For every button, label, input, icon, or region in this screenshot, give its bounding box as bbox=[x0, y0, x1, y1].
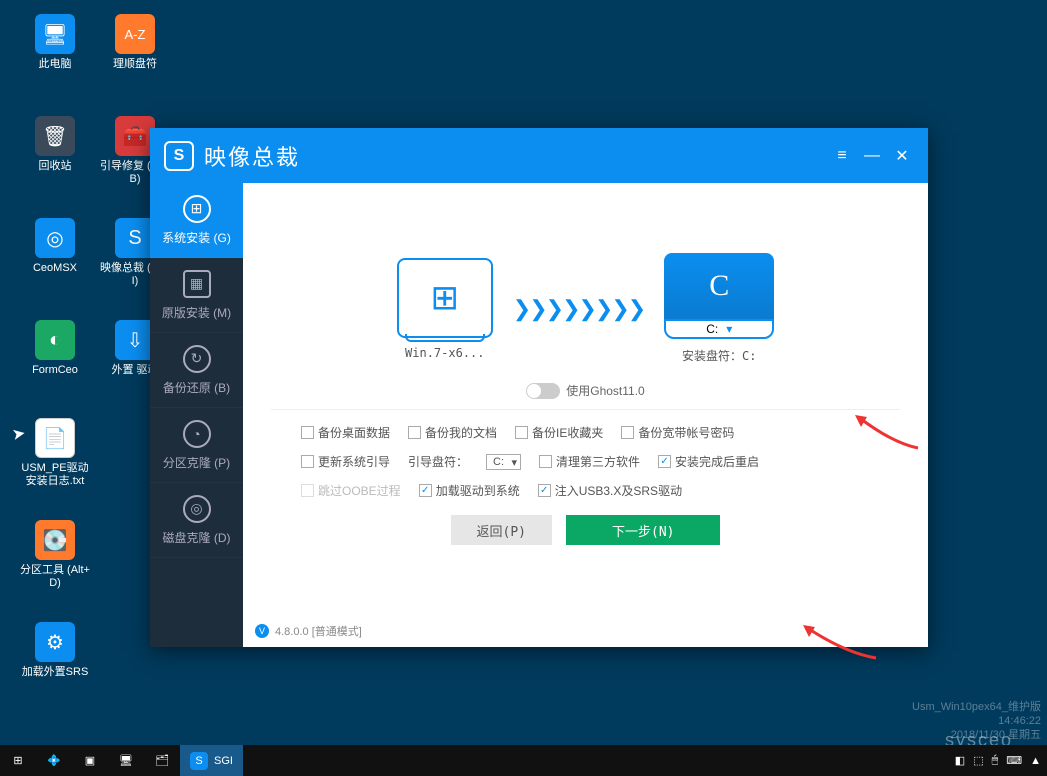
sidebar-label: 分区克隆 (P) bbox=[163, 454, 230, 471]
boot-drive-label: 引导盘符： bbox=[408, 453, 468, 470]
target-label: 安装盘符：C: bbox=[664, 347, 774, 364]
sidebar-item-install[interactable]: ⊞ 系统安装 (G) bbox=[150, 183, 243, 258]
chk-backup-desktop[interactable]: 备份桌面数据 bbox=[301, 424, 390, 441]
start-button[interactable]: ⊞ bbox=[0, 745, 36, 776]
main-panel: ⊞ Win.7-x6... ❯❯❯❯❯❯❯❯ C C: 安装盘符：C: 使用Gh… bbox=[243, 183, 928, 647]
sidebar-item-diskclone[interactable]: ◎ 磁盘克隆 (D) bbox=[150, 483, 243, 558]
windows-logo-icon: ⊞ bbox=[431, 278, 460, 318]
menu-button[interactable]: ≡ bbox=[830, 144, 854, 168]
app-icon: S bbox=[190, 752, 208, 770]
sidebar-item-original[interactable]: ▦ 原版安装 (M) bbox=[150, 258, 243, 333]
chk-backup-docs[interactable]: 备份我的文档 bbox=[408, 424, 497, 441]
target-drive: C C: bbox=[664, 253, 774, 339]
sidebar: ⊞系统安装 (G) ▦原版安装 (M) ↻备份还原 (B) ◔分区克隆 (P) … bbox=[150, 183, 243, 647]
restore-icon: ↻ bbox=[183, 345, 211, 373]
chk-backup-broadband[interactable]: 备份宽带帐号密码 bbox=[621, 424, 734, 441]
desktop-icon-sort-drives[interactable]: A-Z理顺盘符 bbox=[100, 14, 170, 71]
grid-icon: ▦ bbox=[183, 270, 211, 298]
taskbar-app-sgi[interactable]: S SGI bbox=[180, 745, 243, 776]
chk-load-driver[interactable]: 加载驱动到系统 bbox=[419, 482, 520, 499]
desktop-icon-ceomsx[interactable]: ◎CeoMSX bbox=[20, 218, 90, 275]
minimize-button[interactable]: — bbox=[860, 144, 884, 168]
arrow-icon: ❯❯❯❯❯❯❯❯ bbox=[513, 296, 644, 322]
version-footer: V4.8.0.0 [普通模式] bbox=[255, 623, 362, 639]
source-label: Win.7-x6... bbox=[397, 346, 493, 360]
next-button[interactable]: 下一步(N) bbox=[566, 515, 720, 545]
desktop-icon-diskgenius[interactable]: 💽分区工具 (Alt+D) bbox=[20, 520, 90, 590]
desktop-icon-this-pc[interactable]: 🖥此电脑 bbox=[20, 14, 90, 71]
chk-backup-ie[interactable]: 备份IE收藏夹 bbox=[515, 424, 603, 441]
close-button[interactable]: ✕ bbox=[890, 144, 914, 168]
ghost-toggle[interactable] bbox=[526, 383, 560, 399]
sidebar-label: 备份还原 (B) bbox=[163, 379, 230, 396]
app-title: 映像总裁 bbox=[204, 140, 300, 172]
chk-update-boot[interactable]: 更新系统引导 bbox=[301, 453, 390, 470]
tray-icon[interactable]: ⬚ bbox=[973, 754, 983, 767]
drive-letter: C bbox=[664, 253, 774, 319]
separator bbox=[271, 409, 900, 410]
sidebar-label: 磁盘克隆 (D) bbox=[163, 529, 231, 546]
tray-icon[interactable]: ▲ bbox=[1030, 755, 1041, 767]
desktop-icon-log-txt[interactable]: 📄USM_PE驱动 安装日志.txt bbox=[20, 418, 90, 488]
desktop-icon-load-srs[interactable]: ⚙加载外置SRS bbox=[20, 622, 90, 679]
system-tray[interactable]: ◧ ⬚ 🖱 ⌨ ▲ bbox=[955, 754, 1047, 767]
boot-drive-select[interactable]: C: bbox=[486, 454, 521, 470]
taskbar-icon-1[interactable]: 💠 bbox=[36, 745, 72, 776]
taskbar-icon-4[interactable]: 🗂 bbox=[144, 745, 180, 776]
taskbar: ⊞ 💠 ▣ 🖥 🗂 S SGI ◧ ⬚ 🖱 ⌨ ▲ bbox=[0, 745, 1047, 776]
titlebar[interactable]: S 映像总裁 ≡ — ✕ bbox=[150, 128, 928, 183]
chk-reboot[interactable]: 安装完成后重启 bbox=[658, 453, 759, 470]
disk-icon: ◎ bbox=[183, 495, 211, 523]
chk-skip-oobe: 跳过OOBE过程 bbox=[301, 482, 401, 499]
tray-icon[interactable]: ◧ bbox=[955, 754, 965, 767]
ghost-label: 使用Ghost11.0 bbox=[566, 382, 644, 399]
sidebar-item-backup[interactable]: ↻ 备份还原 (B) bbox=[150, 333, 243, 408]
sidebar-label: 原版安装 (M) bbox=[162, 304, 231, 321]
options: 备份桌面数据 备份我的文档 备份IE收藏夹 备份宽带帐号密码 更新系统引导 引导… bbox=[271, 424, 900, 499]
app-window: S 映像总裁 ≡ — ✕ ⊞ 系统安装 (G) ▦ 原版安装 (M) ↻ 备份还原 (… bbox=[150, 128, 928, 647]
pie-icon: ◔ bbox=[183, 420, 211, 448]
tray-icon[interactable]: 🖱 bbox=[992, 754, 999, 767]
desktop-icon-recycle[interactable]: 🗑回收站 bbox=[20, 116, 90, 173]
windows-icon: ⊞ bbox=[183, 195, 211, 223]
sidebar-label: 系统安装 (G) bbox=[162, 229, 231, 246]
taskbar-app-label: SGI bbox=[214, 755, 233, 767]
source-image-box[interactable]: ⊞ bbox=[397, 258, 493, 338]
drive-select[interactable]: C: bbox=[664, 319, 774, 339]
back-button[interactable]: 返回(P) bbox=[451, 515, 552, 545]
chk-inject-usb3[interactable]: 注入USB3.X及SRS驱动 bbox=[538, 482, 682, 499]
taskbar-icon-3[interactable]: 🖥 bbox=[108, 745, 144, 776]
app-logo-icon: S bbox=[164, 141, 194, 171]
chk-clean-3rd[interactable]: 清理第三方软件 bbox=[539, 453, 640, 470]
desktop-icon-formceo[interactable]: ◐FormCeo bbox=[20, 320, 90, 377]
tray-icon[interactable]: ⌨ bbox=[1006, 754, 1022, 767]
taskbar-icon-2[interactable]: ▣ bbox=[72, 745, 108, 776]
sidebar-item-partclone[interactable]: ◔ 分区克隆 (P) bbox=[150, 408, 243, 483]
